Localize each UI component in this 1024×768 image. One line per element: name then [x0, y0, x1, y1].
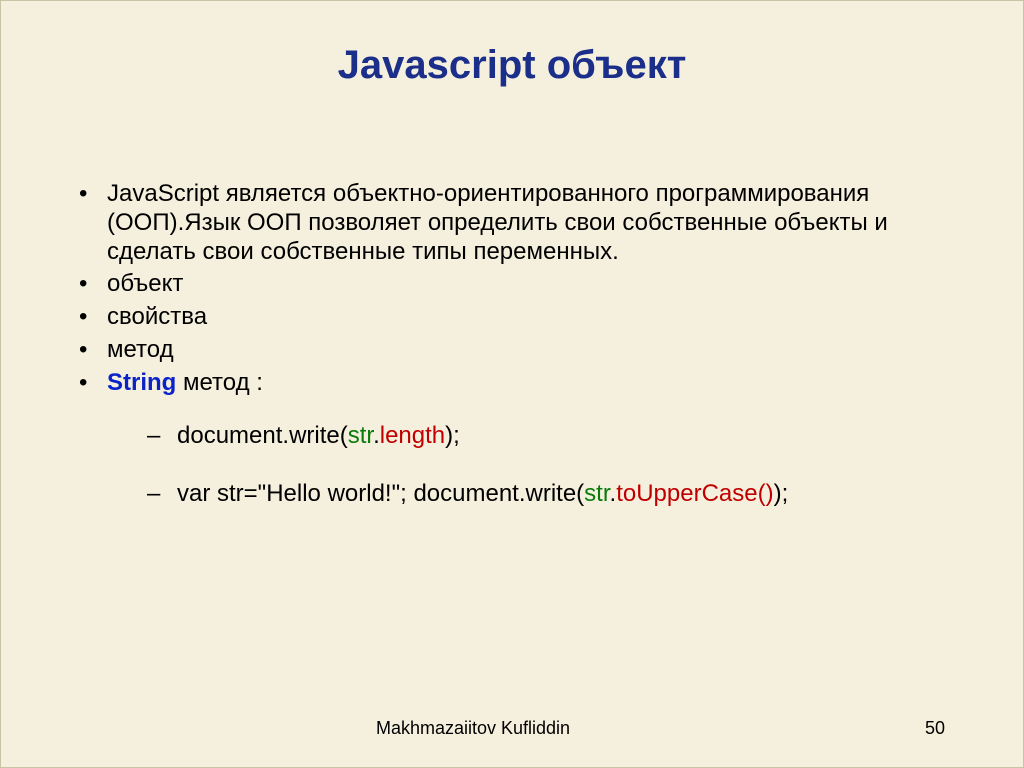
- bullet-list: JavaScript является объектно-ориентирова…: [73, 180, 951, 509]
- code-line: var str="Hello world!"; document.write(s…: [107, 480, 951, 509]
- slide-title: Javascript объект: [1, 1, 1023, 88]
- code-prop: length: [380, 422, 445, 449]
- slide-content: JavaScript является объектно-ориентирова…: [1, 88, 1023, 509]
- bullet-item: String метод : document.write(str.length…: [73, 369, 951, 509]
- bullet-item: метод: [73, 336, 951, 365]
- footer-page-number: 50: [925, 718, 945, 739]
- bullet-text: метод :: [176, 369, 263, 396]
- bullet-item: свойства: [73, 303, 951, 332]
- code-text: var str="Hello world!"; document.write(: [177, 480, 584, 507]
- code-line: document.write(str.length);: [107, 422, 951, 451]
- bullet-item: объект: [73, 270, 951, 299]
- code-text: );: [445, 422, 460, 449]
- code-text: document.write(: [177, 422, 348, 449]
- sub-list: document.write(str.length); var str="Hel…: [107, 422, 951, 510]
- code-str: str: [348, 422, 373, 449]
- code-fn: toUpperCase(): [616, 480, 773, 507]
- code-str: str: [584, 480, 609, 507]
- code-text: .: [373, 422, 380, 449]
- footer-author: Makhmazaiitov Kufliddin: [376, 718, 570, 739]
- code-text: );: [774, 480, 789, 507]
- string-keyword: String: [107, 369, 176, 396]
- bullet-item: JavaScript является объектно-ориентирова…: [73, 180, 951, 266]
- slide-footer: Makhmazaiitov Kufliddin 50: [1, 718, 1023, 739]
